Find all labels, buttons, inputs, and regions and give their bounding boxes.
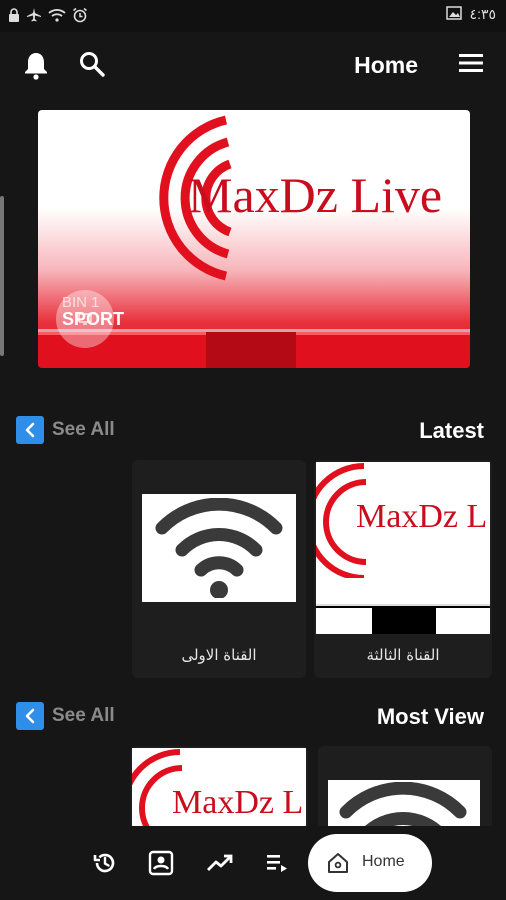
drawer-handle[interactable] bbox=[0, 196, 4, 356]
wifi-icon bbox=[48, 8, 66, 27]
airplane-icon bbox=[26, 7, 42, 28]
channel-thumbnail: MaxDz L bbox=[132, 748, 306, 830]
channel-card[interactable]: MaxDz L bbox=[130, 746, 308, 830]
channel-thumbnail bbox=[142, 494, 296, 602]
alarm-icon bbox=[72, 7, 88, 28]
section-title: Latest bbox=[419, 418, 484, 443]
playlist-icon[interactable] bbox=[264, 850, 290, 881]
status-bar: ٤:٣٥ bbox=[0, 0, 506, 32]
channel-name: القناة الثالثة bbox=[366, 646, 440, 664]
menu-icon[interactable] bbox=[458, 52, 484, 79]
card-logo-text: MaxDz L bbox=[172, 784, 304, 821]
clock-time: ٤:٣٥ bbox=[469, 6, 496, 22]
section-header-latest: See All Latest bbox=[0, 414, 506, 450]
see-all-label: See All bbox=[52, 419, 115, 440]
app-bar: Home bbox=[0, 32, 506, 96]
chevron-left-icon bbox=[16, 702, 44, 730]
page-title: Home bbox=[354, 52, 418, 78]
hero-logo-text: MaxDz Live bbox=[188, 167, 443, 223]
hero-channel-line2: SPORT bbox=[62, 309, 125, 329]
home-tab[interactable]: Home bbox=[308, 834, 432, 892]
chevron-left-icon bbox=[16, 416, 44, 444]
wifi-signal-icon bbox=[155, 498, 283, 598]
card-logo-text: MaxDz L bbox=[356, 498, 488, 535]
bottom-navigation: Home bbox=[0, 826, 506, 900]
trending-icon[interactable] bbox=[206, 850, 234, 881]
search-icon[interactable] bbox=[78, 50, 106, 83]
history-icon[interactable] bbox=[92, 850, 118, 881]
image-icon bbox=[445, 6, 462, 23]
channel-card[interactable]: القناة الاولى bbox=[132, 460, 306, 678]
wifi-signal-icon bbox=[339, 782, 467, 830]
see-all-button[interactable]: See All bbox=[16, 416, 115, 444]
channel-thumbnail: MaxDz L bbox=[316, 462, 490, 634]
lock-icon bbox=[8, 7, 20, 28]
user-box-icon[interactable] bbox=[148, 850, 174, 881]
channel-card[interactable]: MaxDz L القناة الثالثة bbox=[314, 460, 492, 678]
see-all-label: See All bbox=[52, 705, 115, 726]
channel-thumbnail bbox=[328, 780, 480, 830]
hero-banner[interactable]: MaxDz Live BIN 1 SPORT bbox=[38, 110, 470, 368]
channel-name: القناة الاولى bbox=[181, 646, 257, 664]
home-tab-label: Home bbox=[362, 853, 405, 870]
hero-caption: BIN 1 SPORT bbox=[62, 294, 124, 328]
see-all-button[interactable]: See All bbox=[16, 702, 115, 730]
channel-card[interactable] bbox=[318, 746, 492, 830]
section-header-most-view: See All Most View bbox=[0, 700, 506, 736]
home-icon bbox=[326, 851, 350, 880]
bell-icon[interactable] bbox=[22, 50, 50, 85]
section-title: Most View bbox=[376, 704, 484, 729]
